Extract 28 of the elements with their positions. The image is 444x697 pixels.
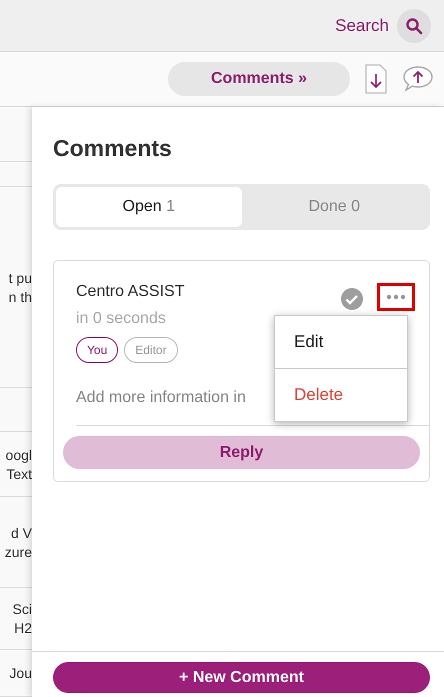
search-icon	[405, 16, 423, 34]
author-name: Centro ASSIST	[76, 283, 186, 301]
table-text: oogl	[6, 446, 32, 462]
new-comment-button[interactable]: + New Comment	[53, 662, 430, 693]
table-text: zure	[4, 544, 32, 560]
comments-button[interactable]: Comments »	[168, 62, 350, 96]
panel-title: Comments	[53, 135, 173, 162]
resolve-check-icon[interactable]	[340, 287, 364, 311]
table-text: H2	[14, 620, 32, 636]
more-icon	[386, 294, 406, 300]
table-text: n th	[8, 288, 32, 304]
upload-comment-icon[interactable]	[402, 65, 434, 93]
menu-item[interactable]: Edit	[275, 316, 407, 368]
search-label: Search	[335, 16, 389, 36]
comment-time: in 0 seconds	[76, 310, 167, 328]
table-text: Jou	[9, 665, 32, 681]
download-file-icon[interactable]	[364, 64, 388, 94]
role-tag: You	[76, 337, 118, 363]
table-text: t pu	[8, 270, 32, 286]
menu-item[interactable]: Delete	[275, 369, 407, 421]
more-button[interactable]	[377, 283, 415, 311]
reply-button[interactable]: Reply	[63, 436, 420, 469]
table-text: Text	[6, 466, 32, 482]
role-tag: Editor	[124, 337, 178, 363]
table-text: Sci	[12, 601, 32, 617]
search-button[interactable]	[397, 8, 431, 42]
table-text: d V	[10, 524, 32, 540]
tab[interactable]: Open 1	[56, 187, 242, 227]
